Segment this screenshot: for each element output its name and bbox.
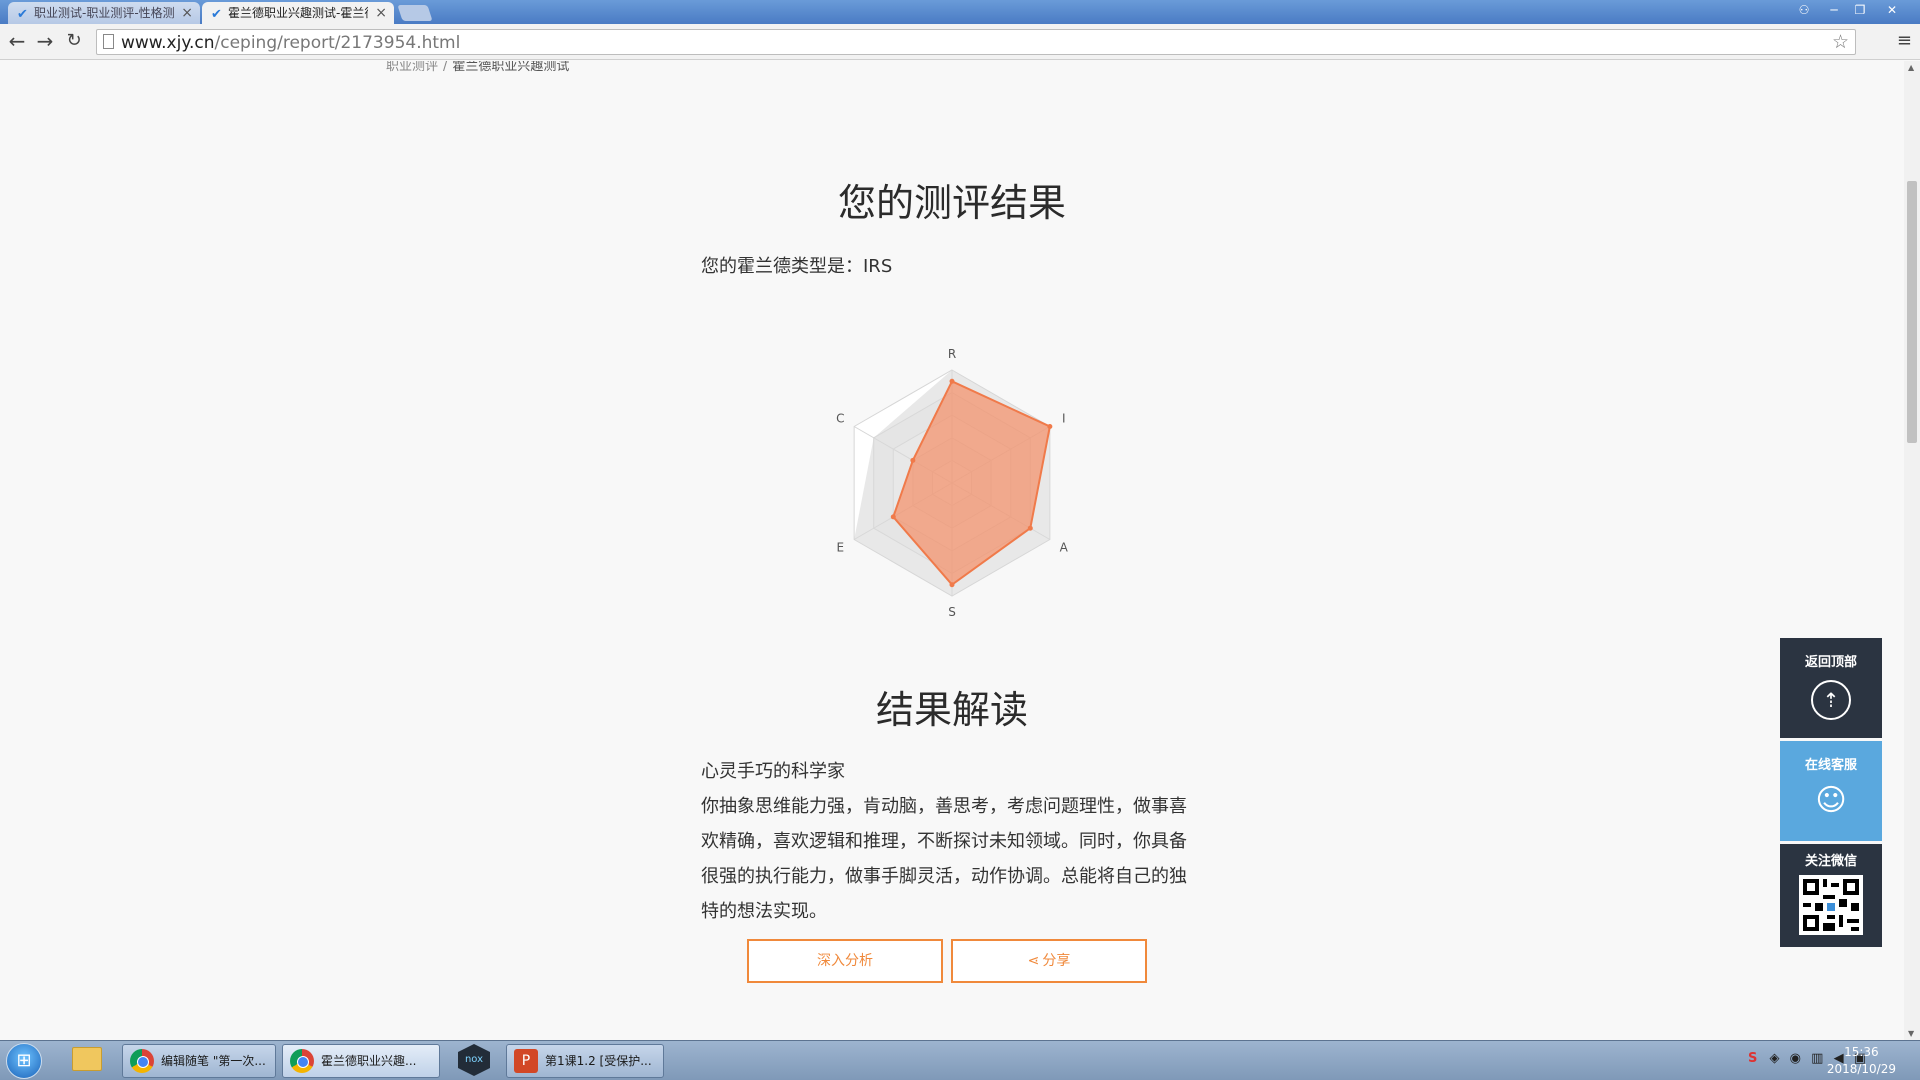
clock-time: 15:36 bbox=[1844, 1045, 1879, 1059]
tab-title: 职业测试-职业测评-性格测试 bbox=[34, 6, 174, 20]
arrow-up-icon: ⇡ bbox=[1811, 680, 1851, 720]
chrome-icon bbox=[290, 1049, 314, 1073]
close-window-button[interactable]: ✕ bbox=[1880, 1, 1904, 19]
tab-career-test[interactable]: ✔ 职业测试-职业测评-性格测试 × bbox=[8, 2, 200, 24]
minimize-button[interactable]: ─ bbox=[1822, 1, 1846, 19]
scroll-down-icon[interactable]: ▼ bbox=[1908, 1029, 1914, 1038]
wechat-follow-panel[interactable]: 关注微信 bbox=[1780, 844, 1882, 947]
page-scrollbar[interactable]: ▲ ▼ bbox=[1904, 61, 1920, 1040]
radar-data-point bbox=[949, 378, 955, 384]
network-icon[interactable]: ▥ bbox=[1811, 1051, 1823, 1066]
deep-analysis-label: 深入分析 bbox=[817, 953, 873, 969]
radar-axis-label: S bbox=[948, 605, 956, 619]
share-button[interactable]: ⋖ 分享 bbox=[951, 939, 1147, 983]
breadcrumb-parent[interactable]: 职业测评 bbox=[386, 61, 438, 74]
taskbar-item-label: 编辑随笔 "第一次... bbox=[161, 1054, 266, 1068]
interpretation-body: 你抽象思维能力强，肯动脑，善思考，考虑问题理性，做事喜欢精确，喜欢逻辑和推理，不… bbox=[701, 796, 1187, 922]
radar-axis-label: I bbox=[1062, 412, 1066, 426]
page-content: 职业测评 / 霍兰德职业兴趣测试 您的测评结果 您的霍兰德类型是：IRS R I A S E… bbox=[0, 61, 1904, 1040]
user-icon[interactable]: ⚇ bbox=[1792, 1, 1816, 19]
radar-data-point bbox=[910, 457, 916, 463]
taskbar-item-label: 第1课1.2 [受保护... bbox=[545, 1054, 652, 1068]
system-clock[interactable]: 15:36 2018/10/29 bbox=[1827, 1044, 1896, 1078]
scroll-up-icon[interactable]: ▲ bbox=[1908, 63, 1914, 72]
chrome-icon bbox=[130, 1049, 154, 1073]
menu-icon[interactable]: ≡ bbox=[1897, 30, 1912, 51]
radar-data-point bbox=[890, 514, 896, 520]
taskbar-item-label: 霍兰德职业兴趣... bbox=[321, 1054, 417, 1068]
clock-date: 2018/10/29 bbox=[1826, 1062, 1896, 1076]
tab-title: 霍兰德职业兴趣测试-霍兰德 bbox=[228, 6, 368, 20]
result-title: 您的测评结果 bbox=[837, 181, 1066, 225]
close-icon[interactable]: × bbox=[181, 2, 193, 24]
headset-icon: ☺ bbox=[1815, 783, 1847, 818]
radar-chart: R I A S E C bbox=[836, 347, 1069, 619]
forward-arrow-icon[interactable]: → bbox=[34, 30, 56, 52]
breadcrumb: 职业测评 / 霍兰德职业兴趣测试 bbox=[386, 61, 570, 74]
back-to-top-button[interactable]: 返回顶部 ⇡ bbox=[1780, 638, 1882, 738]
qr-code-icon bbox=[1799, 875, 1863, 935]
radar-axis-label: C bbox=[836, 412, 844, 426]
online-service-button[interactable]: 在线客服 ☺ bbox=[1780, 741, 1882, 841]
nox-icon[interactable]: nox bbox=[458, 1044, 490, 1076]
radar-data-point bbox=[1047, 424, 1053, 429]
radar-axis-label: E bbox=[836, 541, 844, 555]
restore-button[interactable]: ❐ bbox=[1848, 1, 1872, 19]
back-to-top-label: 返回顶部 bbox=[1804, 655, 1857, 670]
wechat-label: 关注微信 bbox=[1804, 854, 1857, 869]
bookmark-star-icon[interactable]: ☆ bbox=[1832, 31, 1849, 53]
radar-data-point bbox=[949, 582, 955, 588]
site-favicon-icon: ✔ bbox=[211, 7, 222, 22]
folder-icon[interactable] bbox=[72, 1047, 102, 1071]
start-button[interactable]: ⊞ bbox=[6, 1043, 42, 1079]
radar-axis-label: A bbox=[1060, 541, 1069, 555]
interpretation-title: 结果解读 bbox=[875, 688, 1028, 732]
tray-app-icon[interactable]: ◉ bbox=[1790, 1051, 1801, 1066]
powerpoint-icon: P bbox=[514, 1049, 538, 1073]
new-tab-button[interactable] bbox=[397, 5, 433, 21]
share-label: 分享 bbox=[1042, 953, 1071, 969]
taskbar-item-chrome-editor[interactable]: 编辑随笔 "第一次... bbox=[122, 1044, 276, 1078]
interpretation-subtitle: 心灵手巧的科学家 bbox=[701, 761, 845, 782]
deep-analysis-button[interactable]: 深入分析 bbox=[747, 939, 943, 983]
browser-toolbar: ← → ↻ www.xjy.cn/ceping/report/2173954.h… bbox=[0, 24, 1920, 60]
scrollbar-thumb[interactable] bbox=[1907, 181, 1917, 443]
page-icon bbox=[103, 34, 114, 49]
windows-taskbar: ⊞ 编辑随笔 "第一次... 霍兰德职业兴趣... nox P 第1课1.2 [… bbox=[0, 1040, 1920, 1080]
close-icon[interactable]: × bbox=[375, 2, 387, 24]
tab-holland-test[interactable]: ✔ 霍兰德职业兴趣测试-霍兰德 × bbox=[202, 2, 394, 24]
back-arrow-icon[interactable]: ← bbox=[6, 30, 28, 52]
tray-app-icon[interactable]: ◈ bbox=[1770, 1051, 1780, 1066]
interpretation-text: 心灵手巧的科学家 你抽象思维能力强，肯动脑，善思考，考虑问题理性，做事喜欢精确，… bbox=[701, 754, 1201, 929]
browser-titlebar: ✔ 职业测试-职业测评-性格测试 × ✔ 霍兰德职业兴趣测试-霍兰德 × ⚇ ─… bbox=[0, 0, 1920, 24]
holland-type-text: 您的霍兰德类型是：IRS bbox=[701, 256, 893, 277]
address-bar[interactable]: www.xjy.cn/ceping/report/2173954.html ☆ bbox=[96, 29, 1856, 55]
radar-data-point bbox=[1027, 525, 1033, 531]
radar-axis-label: R bbox=[948, 347, 956, 361]
online-service-label: 在线客服 bbox=[1804, 758, 1857, 773]
reload-icon[interactable]: ↻ bbox=[63, 30, 85, 52]
taskbar-item-chrome-holland[interactable]: 霍兰德职业兴趣... bbox=[282, 1044, 440, 1078]
site-favicon-icon: ✔ bbox=[17, 7, 28, 22]
share-icon: ⋖ bbox=[1027, 953, 1040, 969]
breadcrumb-current: 霍兰德职业兴趣测试 bbox=[452, 61, 570, 74]
taskbar-item-powerpoint[interactable]: P 第1课1.2 [受保护... bbox=[506, 1044, 664, 1078]
sogou-icon[interactable]: S bbox=[1748, 1051, 1757, 1066]
url-text[interactable]: www.xjy.cn/ceping/report/2173954.html bbox=[121, 33, 460, 53]
